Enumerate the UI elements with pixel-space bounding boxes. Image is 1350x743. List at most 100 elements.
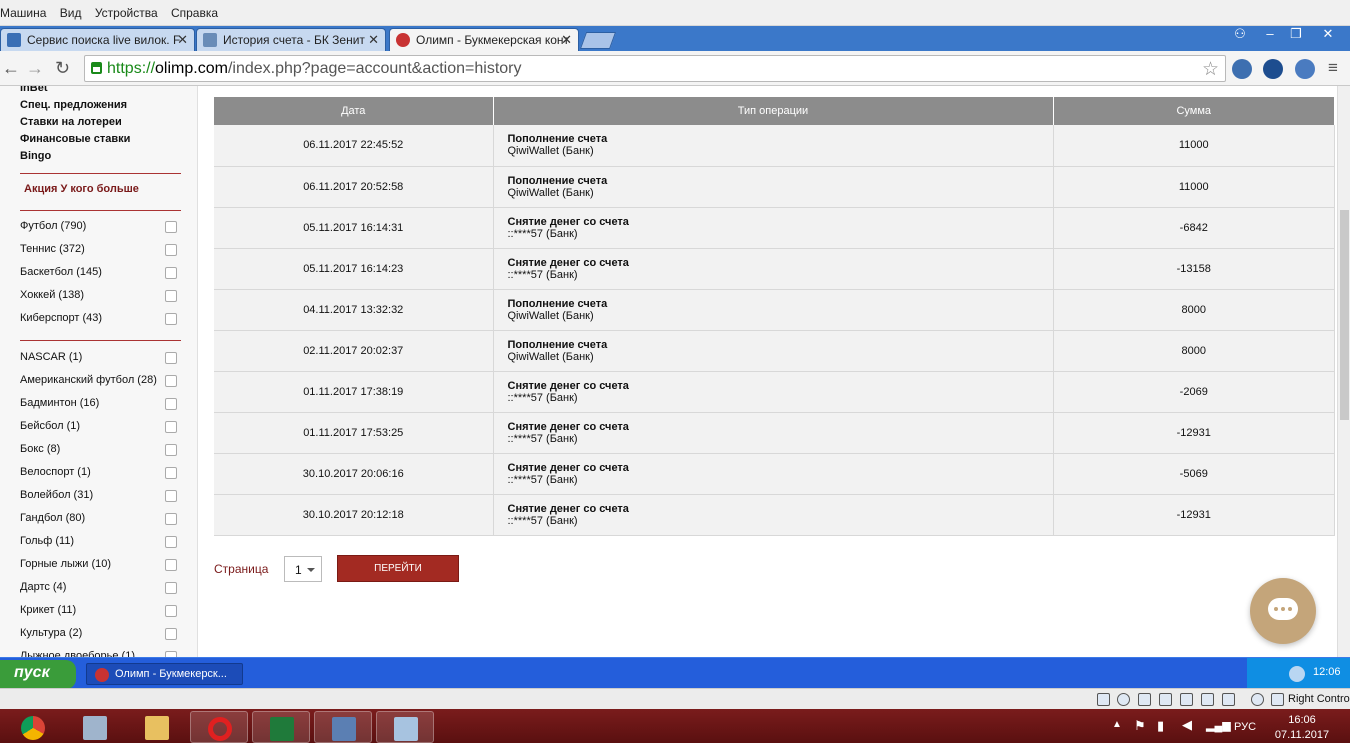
host-explorer-button[interactable] bbox=[128, 711, 186, 743]
host-clock[interactable]: 16:06 07.11.2017 bbox=[1262, 713, 1342, 743]
sidebar-link-finance[interactable]: Финансовые ставки bbox=[20, 133, 130, 145]
extension-globe-icon[interactable] bbox=[1232, 59, 1252, 79]
sport-item[interactable]: Лыжное двоеборье (1) bbox=[20, 650, 185, 657]
sport-item[interactable]: Хоккей (138) bbox=[20, 289, 185, 302]
harddisk-icon[interactable] bbox=[1097, 693, 1110, 706]
tray-arrow-icon[interactable] bbox=[1289, 666, 1305, 682]
tray-expand-icon[interactable]: ▲ bbox=[1112, 719, 1122, 730]
sport-item[interactable]: NASCAR (1) bbox=[20, 351, 185, 364]
sport-checkbox[interactable] bbox=[165, 267, 177, 279]
sport-checkbox[interactable] bbox=[165, 513, 177, 525]
host-chrome-button[interactable] bbox=[4, 711, 62, 743]
user-icon[interactable]: ⚇ bbox=[1226, 26, 1254, 44]
sport-item[interactable]: Велоспорт (1) bbox=[20, 466, 185, 479]
reload-icon[interactable]: ↻ bbox=[55, 58, 70, 79]
sport-item[interactable]: Футбол (790) bbox=[20, 220, 185, 233]
page-select[interactable]: 1 bbox=[284, 556, 322, 582]
shared-folders-icon[interactable] bbox=[1159, 693, 1172, 706]
extension-wing-icon[interactable] bbox=[1295, 59, 1315, 79]
display-icon[interactable] bbox=[1201, 693, 1214, 706]
sidebar-link-special[interactable]: Спец. предложения bbox=[20, 99, 127, 111]
sport-item[interactable]: Культура (2) bbox=[20, 627, 185, 640]
usb-icon[interactable] bbox=[1138, 693, 1151, 706]
vm-menu-devices[interactable]: Устройства bbox=[95, 0, 168, 20]
start-button[interactable]: пуск bbox=[0, 660, 76, 689]
tab-zenit-history[interactable]: История счета - БК Зенит ✕ bbox=[196, 28, 386, 51]
go-button[interactable]: ПЕРЕЙТИ bbox=[337, 555, 459, 582]
sport-item[interactable]: Киберспорт (43) bbox=[20, 312, 185, 325]
scrollbar-thumb[interactable] bbox=[1340, 210, 1349, 420]
mouse-integration-icon[interactable] bbox=[1251, 693, 1264, 706]
sidebar-link-lottery[interactable]: Ставки на лотереи bbox=[20, 116, 122, 128]
sport-checkbox[interactable] bbox=[165, 244, 177, 256]
sport-item[interactable]: Дартс (4) bbox=[20, 581, 185, 594]
volume-icon[interactable]: ◀ bbox=[1182, 717, 1192, 733]
keyboard-capture-icon[interactable] bbox=[1271, 693, 1284, 706]
sport-checkbox[interactable] bbox=[165, 221, 177, 233]
bookmark-star-icon[interactable]: ☆ bbox=[1202, 58, 1219, 81]
sport-item[interactable]: Бокс (8) bbox=[20, 443, 185, 456]
tab-olimp[interactable]: Олимп - Букмекерская конт ✕ bbox=[389, 28, 579, 51]
sport-item[interactable]: Бейсбол (1) bbox=[20, 420, 185, 433]
sport-item[interactable]: Американский футбол (28) bbox=[20, 374, 185, 387]
vm-menu-view[interactable]: Вид bbox=[60, 0, 92, 20]
close-icon[interactable]: ✕ bbox=[368, 32, 379, 48]
optical-drive-icon[interactable] bbox=[1117, 693, 1130, 706]
sport-checkbox[interactable] bbox=[165, 352, 177, 364]
sport-checkbox[interactable] bbox=[165, 421, 177, 433]
sport-checkbox[interactable] bbox=[165, 628, 177, 640]
page-scrollbar[interactable] bbox=[1337, 86, 1350, 657]
host-language-indicator[interactable]: РУС bbox=[1234, 721, 1256, 733]
chat-button[interactable] bbox=[1250, 578, 1316, 644]
host-calculator-button[interactable] bbox=[66, 711, 124, 743]
restore-icon[interactable]: ❐ bbox=[1282, 26, 1310, 44]
back-icon[interactable]: ← bbox=[2, 58, 20, 79]
close-icon[interactable]: ✕ bbox=[561, 32, 572, 48]
sport-item[interactable]: Гандбол (80) bbox=[20, 512, 185, 525]
vm-menu-machine[interactable]: Машина bbox=[0, 0, 56, 20]
action-center-icon[interactable]: ⚑ bbox=[1134, 718, 1146, 734]
close-icon[interactable]: ✕ bbox=[177, 32, 188, 48]
sport-checkbox[interactable] bbox=[165, 375, 177, 387]
vm-menu-help[interactable]: Справка bbox=[171, 0, 228, 20]
sport-checkbox[interactable] bbox=[165, 290, 177, 302]
sport-item[interactable]: Гольф (11) bbox=[20, 535, 185, 548]
sport-checkbox[interactable] bbox=[165, 398, 177, 410]
sport-checkbox[interactable] bbox=[165, 605, 177, 617]
minimize-icon[interactable]: – bbox=[1256, 26, 1284, 44]
sport-checkbox[interactable] bbox=[165, 313, 177, 325]
taskbar-item-olimp[interactable]: Олимп - Букмекерск... bbox=[86, 663, 243, 685]
sport-item[interactable]: Крикет (11) bbox=[20, 604, 185, 617]
sport-item[interactable]: Баскетбол (145) bbox=[20, 266, 185, 279]
host-excel-button[interactable] bbox=[252, 711, 310, 743]
sport-checkbox[interactable] bbox=[165, 536, 177, 548]
url-input[interactable]: https://olimp.com/index.php?page=account… bbox=[84, 55, 1226, 82]
sport-checkbox[interactable] bbox=[165, 490, 177, 502]
power-icon[interactable]: ▮ bbox=[1157, 718, 1164, 734]
sport-checkbox[interactable] bbox=[165, 467, 177, 479]
sport-item[interactable]: Волейбол (31) bbox=[20, 489, 185, 502]
new-tab-button[interactable] bbox=[579, 32, 617, 49]
close-window-icon[interactable]: ✕ bbox=[1314, 26, 1342, 44]
sidebar-link-bingo[interactable]: Bingo bbox=[20, 150, 51, 162]
tab-live-forks[interactable]: Сервис поиска live вилок. F ✕ bbox=[0, 28, 195, 51]
sidebar-link-inbet[interactable]: InBet bbox=[20, 86, 48, 94]
video-capture-icon[interactable] bbox=[1222, 693, 1235, 706]
host-app-button[interactable] bbox=[376, 711, 434, 743]
network-icon[interactable] bbox=[1180, 693, 1193, 706]
cell-type: Снятие денег со счета::****57 (Банк) bbox=[493, 371, 1054, 413]
forward-icon[interactable]: → bbox=[26, 58, 44, 79]
extension-p-icon[interactable] bbox=[1263, 59, 1283, 79]
host-virtualbox-button[interactable] bbox=[314, 711, 372, 743]
sport-item[interactable]: Теннис (372) bbox=[20, 243, 185, 256]
host-opera-button[interactable] bbox=[190, 711, 248, 743]
sport-checkbox[interactable] bbox=[165, 582, 177, 594]
sport-checkbox[interactable] bbox=[165, 444, 177, 456]
menu-icon[interactable]: ≡ bbox=[1328, 58, 1338, 78]
signal-icon[interactable]: ▂▄▆ bbox=[1206, 719, 1231, 732]
guest-taskbar: пуск Олимп - Букмекерск... EN 12:06 bbox=[0, 657, 1350, 689]
sport-item[interactable]: Горные лыжи (10) bbox=[20, 558, 185, 571]
sidebar-promo-link[interactable]: Акция У кого больше bbox=[24, 183, 139, 195]
sport-item[interactable]: Бадминтон (16) bbox=[20, 397, 185, 410]
sport-checkbox[interactable] bbox=[165, 559, 177, 571]
